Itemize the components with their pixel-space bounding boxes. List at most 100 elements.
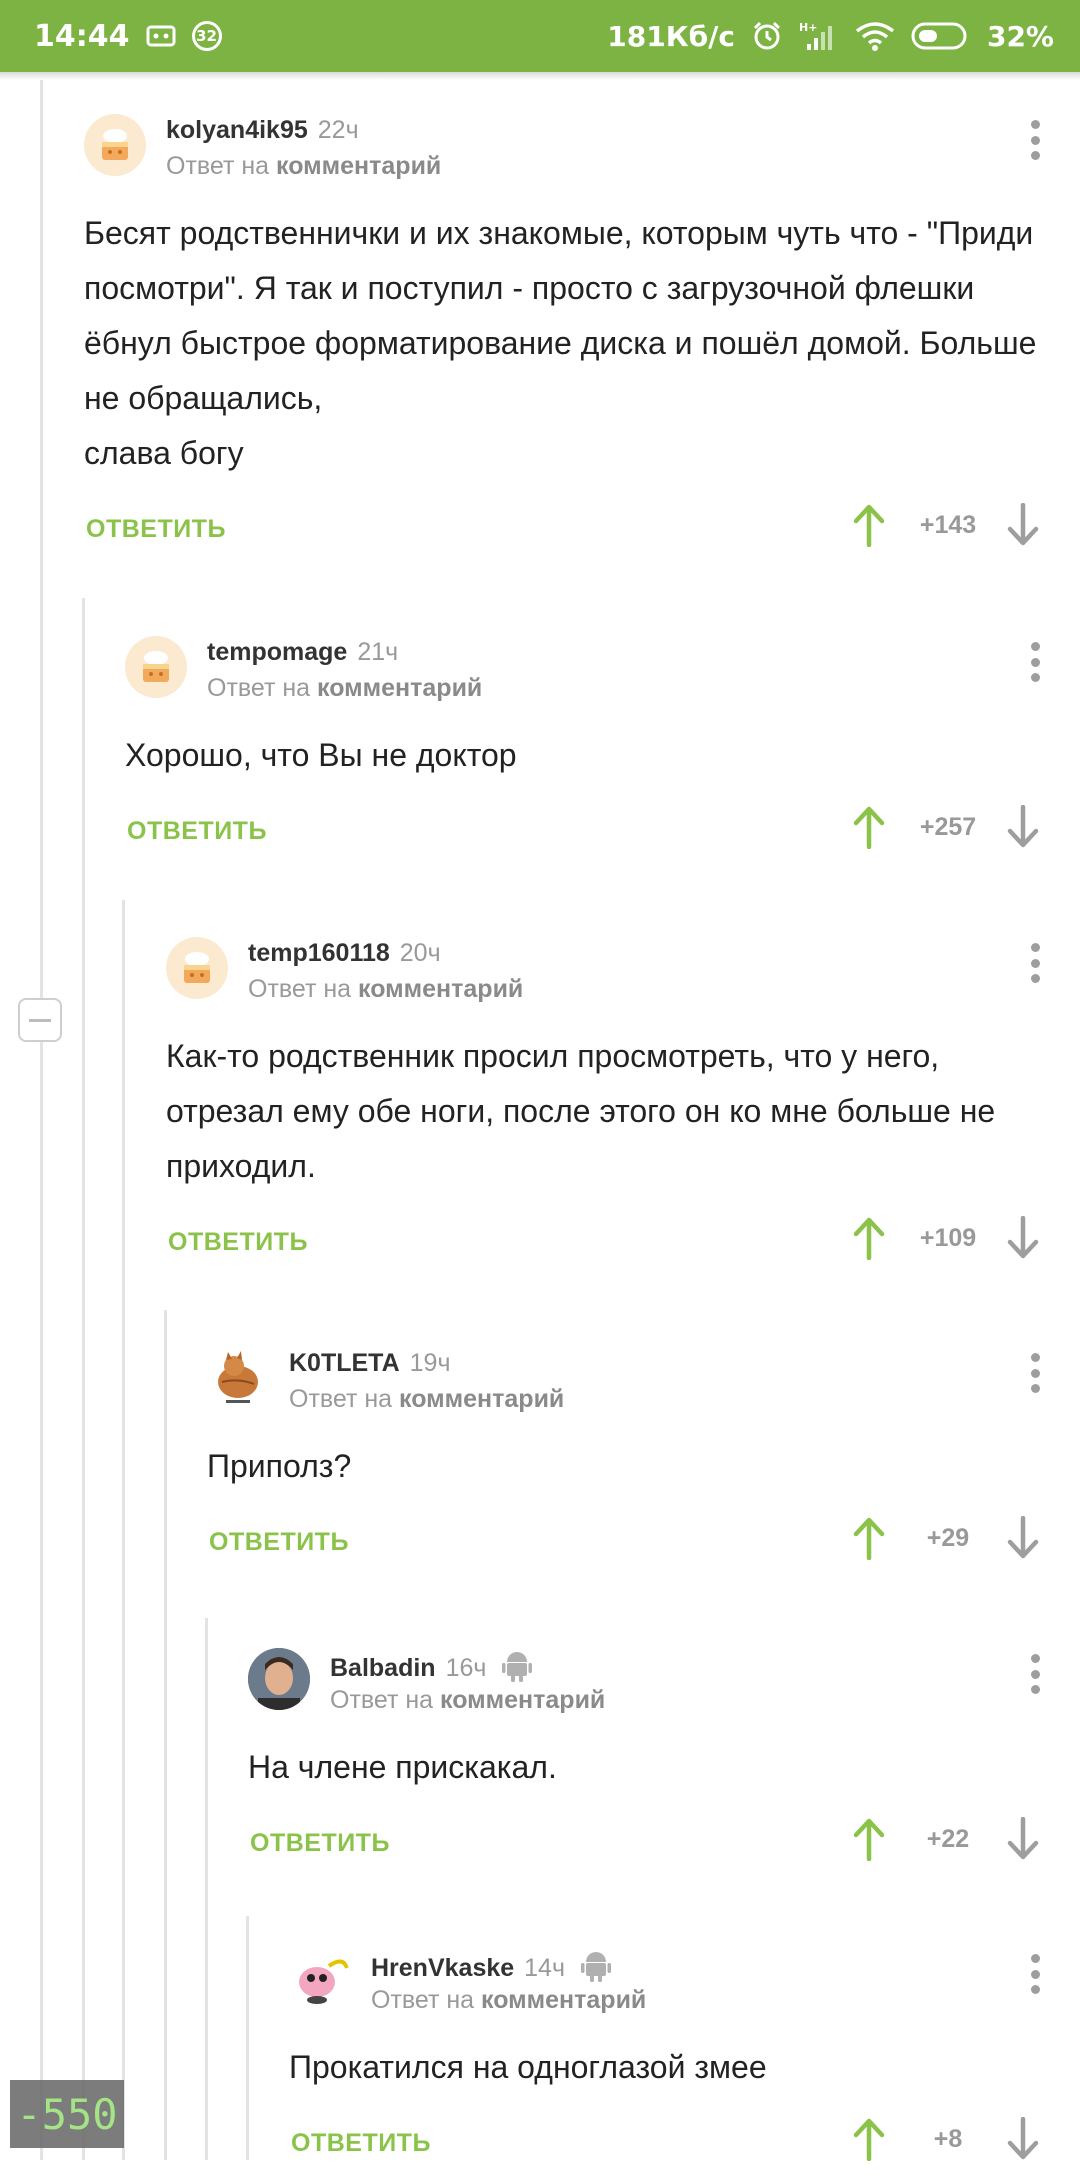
upvote-arrow-icon[interactable] [852, 1516, 886, 1560]
statusbar-shadow [0, 72, 1080, 80]
thread-line-3 [122, 900, 125, 2160]
reply-to: Ответ на комментарий [371, 1986, 646, 2015]
notification-count-badge: 32 [191, 21, 222, 51]
cake-avatar[interactable] [84, 114, 146, 176]
downvote-arrow-icon[interactable] [1006, 805, 1040, 849]
thread-line-5 [205, 1618, 208, 2160]
downvote-arrow-icon[interactable] [1006, 2117, 1040, 2161]
voicemail-icon [146, 24, 176, 48]
comment-author[interactable]: tempomage 21ч [207, 638, 398, 667]
battery-percent: 32% [986, 19, 1054, 53]
reply-target-link[interactable]: комментарий [317, 674, 482, 702]
comment-time: 20ч [399, 939, 441, 967]
reply-prefix: Ответ на [248, 975, 352, 1003]
thread-line-6 [246, 1916, 249, 2160]
comment-author[interactable]: kolyan4ik95 22ч [166, 116, 359, 145]
comment-score: +257 [919, 812, 977, 841]
comment-text: Приполз? [207, 1448, 352, 1484]
reply-target-link[interactable]: комментарий [481, 1986, 646, 2014]
reply-prefix: Ответ на [330, 1686, 434, 1714]
clock: 14:44 [34, 18, 130, 54]
upvote-arrow-icon[interactable] [852, 2117, 886, 2161]
cat-avatar[interactable] [207, 1347, 269, 1409]
reply-to: Ответ на комментарий [289, 1385, 564, 1414]
rating-overlay: -550 [10, 2080, 124, 2148]
comment-score: +29 [926, 1523, 970, 1552]
wifi-icon [855, 21, 895, 51]
comment-text: Как-то родственник просил просмотреть, ч… [166, 1038, 996, 1184]
more-options-icon[interactable] [1030, 1353, 1040, 1393]
author-name[interactable]: Balbadin [330, 1654, 436, 1682]
comment-score: +109 [919, 1223, 977, 1252]
comment-time: 19ч [409, 1349, 451, 1377]
comment-text: Бесят родственнички и их знакомые, котор… [84, 215, 1037, 471]
more-options-icon[interactable] [1030, 642, 1040, 682]
upvote-arrow-icon[interactable] [852, 1216, 886, 1260]
comment-author[interactable]: Balbadin 16ч [330, 1650, 533, 1689]
reply-target-link[interactable]: комментарий [399, 1385, 564, 1413]
author-name[interactable]: temp160118 [248, 939, 390, 967]
reply-target-link[interactable]: комментарий [440, 1686, 605, 1714]
author-name[interactable]: kolyan4ik95 [166, 116, 308, 144]
comment: HrenVkaske 14ч Ответ на комментарий Прока… [289, 1948, 1080, 2177]
reply-button[interactable]: ОТВЕТИТЬ [127, 817, 267, 846]
status-bar: 14:44 32 181Кб/с H+ 32% [0, 0, 1080, 72]
upvote-arrow-icon[interactable] [852, 805, 886, 849]
android-icon [581, 1950, 611, 1989]
android-icon [502, 1650, 533, 1689]
downvote-arrow-icon[interactable] [1006, 503, 1040, 547]
comment-score: +22 [926, 1824, 970, 1853]
more-options-icon[interactable] [1030, 1654, 1040, 1694]
reply-prefix: Ответ на [371, 1986, 475, 2014]
downvote-arrow-icon[interactable] [1006, 1516, 1040, 1560]
more-options-icon[interactable] [1030, 1954, 1040, 1994]
reply-to: Ответ на комментарий [330, 1686, 605, 1715]
author-name[interactable]: HrenVkaske [371, 1954, 514, 1982]
comment-text: На члене прискакал. [248, 1749, 557, 1785]
author-name[interactable]: K0TLETA [289, 1349, 400, 1377]
comment-time: 21ч [357, 638, 399, 666]
reply-button[interactable]: ОТВЕТИТЬ [291, 2129, 431, 2158]
downvote-arrow-icon[interactable] [1006, 1216, 1040, 1260]
reply-prefix: Ответ на [166, 152, 270, 180]
reply-button[interactable]: ОТВЕТИТЬ [168, 1228, 308, 1257]
alarm-icon [751, 20, 783, 52]
thread-line-2 [82, 598, 85, 2160]
downvote-arrow-icon[interactable] [1006, 1817, 1040, 1861]
author-name[interactable]: tempomage [207, 638, 347, 666]
person-avatar[interactable] [248, 1648, 310, 1710]
network-speed: 181Кб/с [607, 19, 735, 53]
reply-target-link[interactable]: комментарий [358, 975, 523, 1003]
comment-time: 22ч [317, 116, 359, 144]
vote-controls: +257 [852, 805, 1040, 849]
comment-author[interactable]: K0TLETA 19ч [289, 1349, 451, 1378]
comment-author[interactable]: HrenVkaske 14ч [371, 1950, 611, 1989]
comment: temp160118 20ч Ответ на комментарий Как-т… [166, 937, 1080, 1276]
collapse-thread-button[interactable] [18, 998, 62, 1042]
reply-button[interactable]: ОТВЕТИТЬ [86, 515, 226, 544]
comment-author[interactable]: temp160118 20ч [248, 939, 441, 968]
pig-avatar[interactable] [289, 1948, 351, 2010]
vote-controls: +109 [852, 1216, 1040, 1260]
more-options-icon[interactable] [1030, 120, 1040, 160]
signal-icon: H+ [799, 20, 839, 52]
upvote-arrow-icon[interactable] [852, 1817, 886, 1861]
thread-line-4 [164, 1310, 167, 2160]
reply-to: Ответ на комментарий [248, 975, 523, 1004]
comment-score: +143 [919, 510, 977, 539]
cake-avatar[interactable] [125, 636, 187, 698]
upvote-arrow-icon[interactable] [852, 503, 886, 547]
comment-time: 14ч [524, 1954, 565, 1983]
reply-to: Ответ на комментарий [207, 674, 482, 703]
comment: K0TLETA 19ч Ответ на комментарий Приполз?… [207, 1347, 1080, 1576]
more-options-icon[interactable] [1030, 943, 1040, 983]
reply-prefix: Ответ на [207, 674, 311, 702]
reply-target-link[interactable]: комментарий [276, 152, 441, 180]
vote-controls: +29 [852, 1516, 1040, 1560]
reply-button[interactable]: ОТВЕТИТЬ [250, 1829, 390, 1858]
vote-controls: +8 [852, 2117, 1040, 2161]
cake-avatar[interactable] [166, 937, 228, 999]
reply-button[interactable]: ОТВЕТИТЬ [209, 1528, 349, 1557]
vote-controls: +22 [852, 1817, 1040, 1861]
comment: tempomage 21ч Ответ на комментарий Хорошо… [125, 636, 1080, 865]
